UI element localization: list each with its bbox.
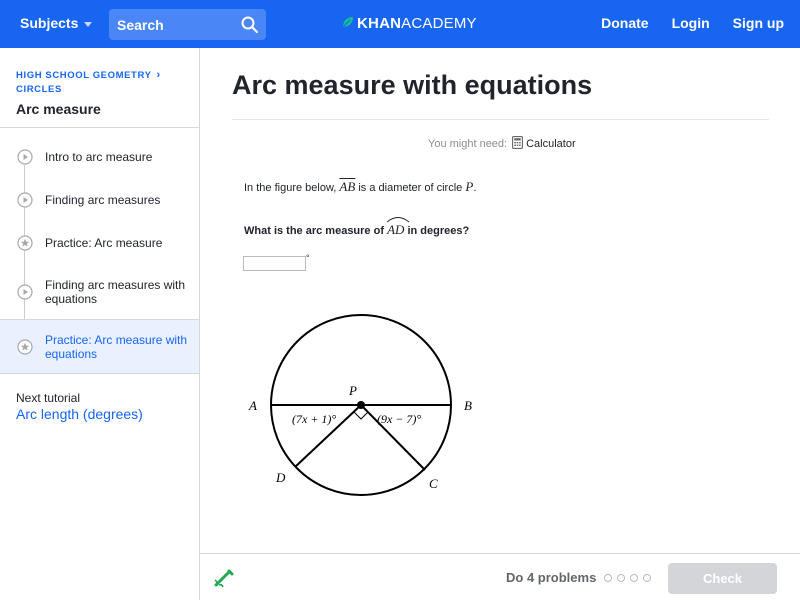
lesson-list: Intro to arc measure Finding arc measure… <box>0 135 199 374</box>
sidebar-item-practice-arc-measure[interactable]: Practice: Arc measure <box>0 221 199 264</box>
progress-dot <box>604 574 612 582</box>
calculator-label: Calculator <box>526 138 576 150</box>
sidebar-item-finding-arc-measures[interactable]: Finding arc measures <box>0 178 199 221</box>
breadcrumb-course-label: HIGH SCHOOL GEOMETRY <box>16 70 152 81</box>
sidebar-item-finding-arc-measures-with-equations[interactable]: Finding arc measures with equations <box>0 264 199 319</box>
subjects-menu[interactable]: Subjects <box>20 15 93 31</box>
subjects-label: Subjects <box>20 15 79 31</box>
next-tutorial-link[interactable]: Arc length (degrees) <box>16 406 143 422</box>
label-a: A <box>248 398 257 413</box>
progress-dot <box>630 574 638 582</box>
progress-dot <box>617 574 625 582</box>
play-icon <box>17 191 33 208</box>
breadcrumb-unit[interactable]: CIRCLES <box>16 83 161 97</box>
divider <box>232 119 769 120</box>
calculator-icon <box>512 136 524 152</box>
khan-academy-logo[interactable]: KHAN ACADEMY <box>342 15 477 32</box>
angle-right-label: (9x − 7)° <box>377 412 421 426</box>
leaf-icon <box>342 15 354 32</box>
sidebar-item-label: Finding arc measures with equations <box>45 277 186 306</box>
sidebar-item-label: Intro to arc measure <box>45 149 153 164</box>
sidebar-item-practice-arc-measure-with-equations[interactable]: Practice: Arc measure with equations <box>0 319 199 374</box>
answer-input[interactable] <box>243 256 306 271</box>
label-b: B <box>464 398 472 413</box>
sidebar-item-label: Finding arc measures <box>45 192 161 207</box>
segment-label: AB <box>339 179 356 194</box>
tools-hint: You might need: Calculator <box>428 136 576 152</box>
next-tutorial-label: Next tutorial <box>16 391 81 405</box>
question-context: In the figure below, AB is a diameter of… <box>244 179 476 195</box>
circle-figure: A B P D C (7x + 1)° (9x − 7)° <box>248 314 472 496</box>
play-icon <box>17 283 33 300</box>
angle-left-label: (7x + 1)° <box>292 412 336 426</box>
divider <box>0 127 199 128</box>
search-box <box>109 9 266 40</box>
label-p: P <box>348 383 357 398</box>
breadcrumb-course[interactable]: HIGH SCHOOL GEOMETRY › <box>16 68 161 83</box>
star-icon <box>17 234 33 251</box>
signup-link[interactable]: Sign up <box>733 15 784 31</box>
calculator-link[interactable]: Calculator <box>512 136 576 152</box>
sidebar-item-label: Practice: Arc measure <box>45 235 163 250</box>
question-prompt: What is the arc measure of AD in degrees… <box>244 217 470 238</box>
arc-label: AD <box>386 217 410 238</box>
account-nav: Donate Login Sign up <box>601 15 784 31</box>
play-icon <box>17 148 33 165</box>
chevron-right-icon: › <box>156 69 161 81</box>
question-text: in degrees? <box>407 225 470 237</box>
sidebar-item-label: Practice: Arc measure with equations <box>45 332 188 361</box>
arc-name: AD <box>387 222 405 237</box>
login-link[interactable]: Login <box>672 15 710 31</box>
check-button[interactable]: Check <box>668 563 777 594</box>
question-text: What is the arc measure of <box>244 225 384 237</box>
question-text: is a diameter of circle <box>358 182 463 194</box>
donate-link[interactable]: Donate <box>601 15 648 31</box>
label-c: C <box>429 476 438 491</box>
page-title: Arc measure with equations <box>232 70 593 100</box>
problem-count-label: Do 4 problems <box>506 570 597 585</box>
search-input[interactable] <box>117 16 227 33</box>
center-point <box>357 401 365 409</box>
search-icon[interactable] <box>241 16 259 38</box>
top-nav-bar: Subjects KHANACADEMY Donate Login Sign u… <box>0 0 800 48</box>
progress-dot <box>643 574 651 582</box>
exercise-footer: Do 4 problems Check <box>200 553 800 600</box>
unit-title: Arc measure <box>16 101 101 117</box>
arc-symbol-icon <box>386 217 410 223</box>
progress-dots <box>604 574 651 582</box>
scratchpad-pencil-icon[interactable] <box>213 568 235 593</box>
question-text: In the figure below, <box>244 182 337 194</box>
right-angle-marker <box>353 411 369 420</box>
chevron-down-icon <box>84 21 93 27</box>
tools-hint-label: You might need: <box>428 138 508 150</box>
logo-text-khan: KHAN <box>357 15 402 32</box>
breadcrumb: HIGH SCHOOL GEOMETRY › CIRCLES <box>16 68 161 97</box>
degree-symbol: ° <box>306 253 310 263</box>
sidebar: HIGH SCHOOL GEOMETRY › CIRCLES Arc measur… <box>0 48 200 600</box>
sidebar-item-intro-to-arc-measure[interactable]: Intro to arc measure <box>0 135 199 178</box>
question-text: . <box>473 182 477 194</box>
label-d: D <box>275 470 286 485</box>
logo-text-academy: ACADEMY <box>401 15 477 32</box>
star-icon <box>17 338 33 355</box>
